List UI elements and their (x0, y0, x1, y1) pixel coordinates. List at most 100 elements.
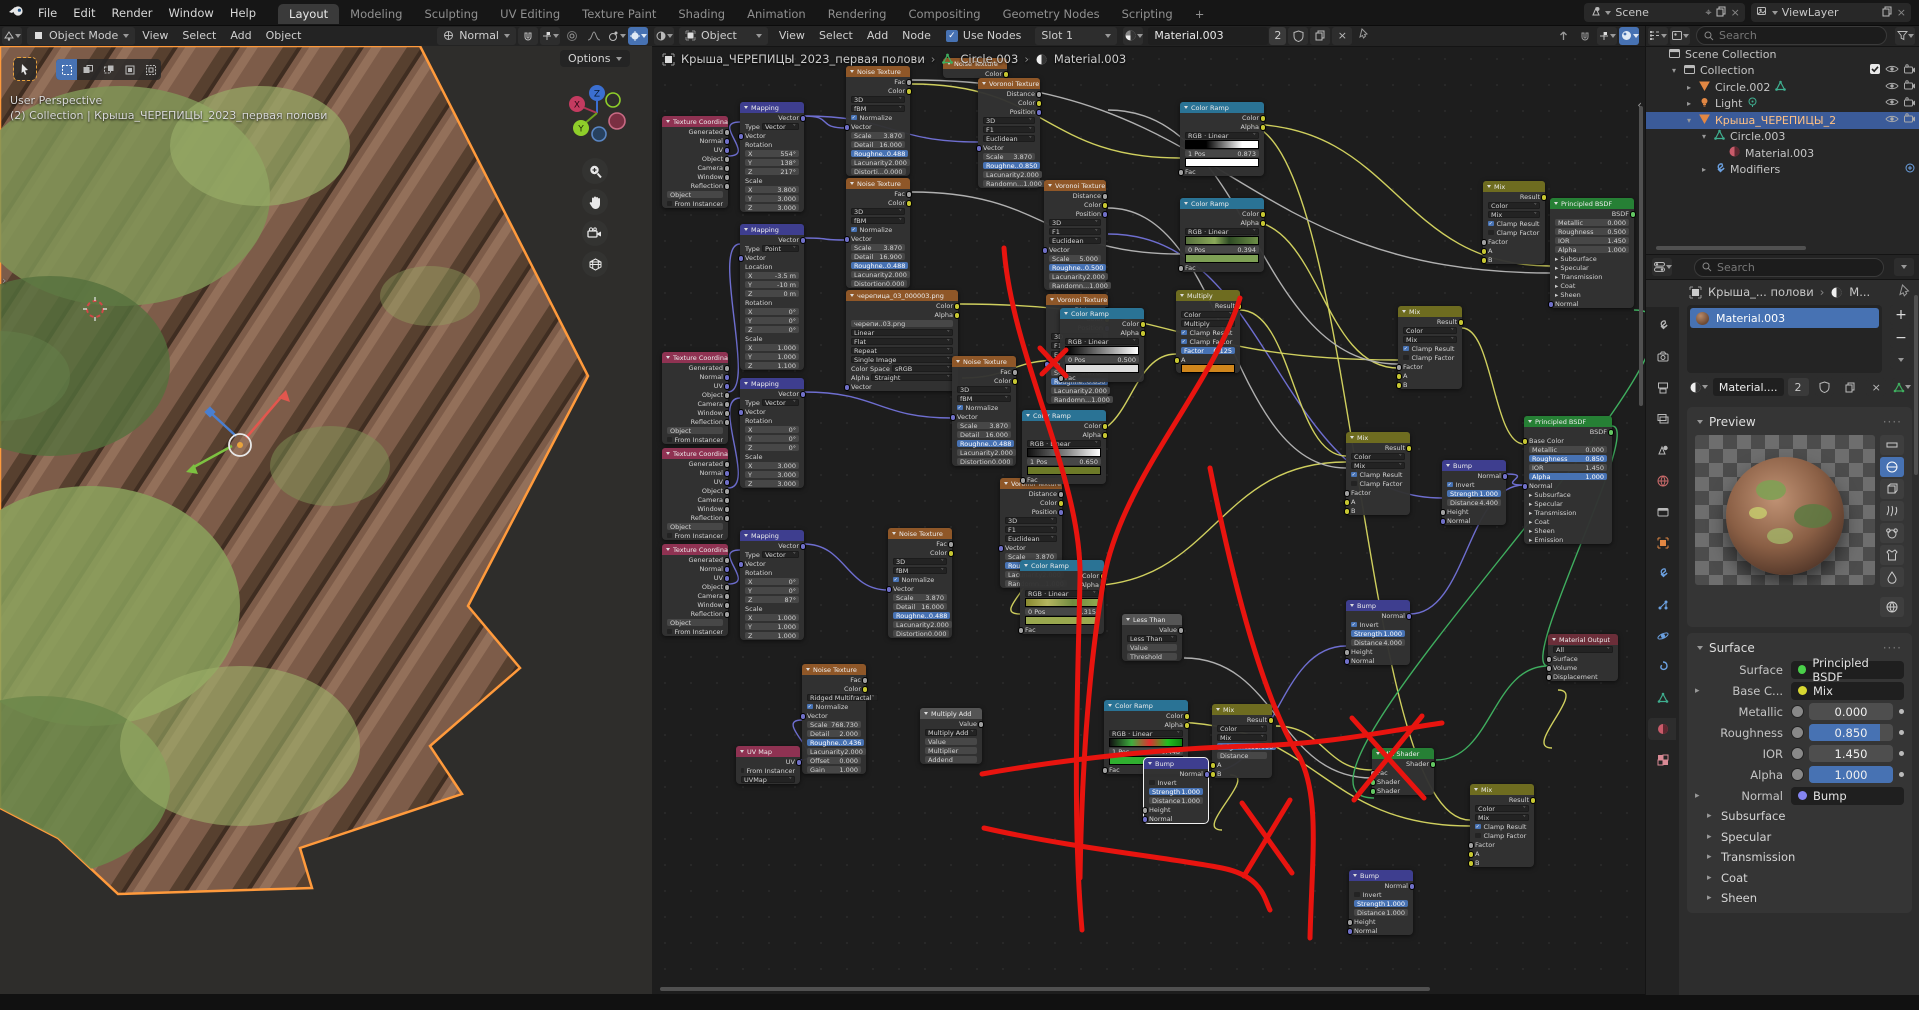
node-field-object[interactable]: Object (667, 619, 723, 626)
node-field-x[interactable]: X554° (745, 150, 799, 157)
socket-out-reflection[interactable] (724, 419, 731, 426)
node-select-color[interactable]: Color˅ (1181, 311, 1235, 318)
properties-tab-particles[interactable] (1650, 594, 1676, 616)
node-select-f1[interactable]: F1˅ (1005, 526, 1057, 533)
socket-in-height[interactable] (1142, 807, 1149, 814)
node-select-vector[interactable]: Vector˅ (762, 399, 799, 406)
node-field-detail[interactable]: Detail16.000 (893, 603, 947, 610)
camera-view-icon[interactable] (582, 220, 608, 246)
node-field-gain[interactable]: Gain1.000 (807, 766, 861, 773)
node-field-x[interactable]: X-3.5 m (745, 272, 799, 279)
node-select-mix[interactable]: Mix˅ (1217, 734, 1267, 741)
socket-out-camera[interactable] (724, 401, 731, 408)
workspace-tab-scripting[interactable]: Scripting (1111, 4, 1184, 24)
animate-dot[interactable] (1899, 772, 1904, 777)
editor-type-icon[interactable] (2, 27, 22, 45)
node-mix[interactable]: MixResultColor˅Mix˅✓Clamp ResultClamp Fa… (1470, 784, 1534, 867)
socket-in-base-color[interactable] (1522, 438, 1529, 445)
socket-in-fac[interactable] (1058, 375, 1065, 382)
socket-in-factor[interactable] (1344, 490, 1351, 497)
outliner[interactable]: Scene Collection▾Collection▸Circle.002▸L… (1645, 46, 1919, 254)
socket-in-a[interactable] (1396, 373, 1403, 380)
workspace-tab-modeling[interactable]: Modeling (339, 4, 413, 24)
node-select-euclidean[interactable]: Euclidean˅ (983, 135, 1035, 142)
workspace-tab-[interactable]: + (1184, 4, 1216, 24)
node-checkbox-clamp-factor[interactable] (1403, 355, 1409, 361)
node-field-y[interactable]: Y0° (745, 317, 799, 324)
node-field-object[interactable]: Object (667, 427, 723, 434)
socket-out-generated[interactable] (724, 461, 731, 468)
node-select-vector[interactable]: Vector˅ (762, 551, 799, 558)
node-field-randomn[interactable]: Randomn...1.000 (1051, 396, 1113, 403)
socket-out-alpha[interactable] (1260, 220, 1267, 227)
node-select-flat[interactable]: Flat˅ (851, 338, 953, 345)
socket-out-normal[interactable] (724, 470, 731, 477)
material-browse-icon[interactable] (1123, 27, 1143, 45)
node-field-distance[interactable]: Distance (1217, 752, 1267, 759)
node-select-rgb-linear[interactable]: RGB · Linear˅ (1109, 730, 1183, 737)
properties-editor-type-icon[interactable] (1652, 258, 1672, 276)
node-field-x[interactable]: X0° (745, 308, 799, 315)
node-field-roughne[interactable]: Roughne..0.488 (893, 612, 950, 619)
node-select-mix[interactable]: Mix˅ (1403, 336, 1457, 343)
workspace-tab-shading[interactable]: Shading (667, 4, 736, 24)
node-field-z[interactable]: Z0° (745, 444, 799, 451)
node-field-distance[interactable]: Distance1.000 (1354, 909, 1408, 916)
disable-render-icon[interactable] (1903, 97, 1916, 111)
workspace-tab-texture-paint[interactable]: Texture Paint (571, 4, 667, 24)
node-material-output[interactable]: Material OutputAll˅SurfaceVolumeDisplace… (1548, 634, 1618, 681)
node-field-0-pos[interactable]: 0 Pos0.315 (1025, 608, 1099, 615)
node-color-ramp[interactable]: Color RampColorAlphaRGB · Linear˅0 Pos0.… (1020, 560, 1104, 634)
node-checkbox-clamp-factor[interactable] (1475, 833, 1481, 839)
outliner-display-mode[interactable] (1648, 27, 1668, 45)
node-mapping[interactable]: MappingVectorTypeVector˅VectorRotationX0… (740, 378, 804, 488)
properties-tab-texture[interactable] (1650, 749, 1676, 771)
panel-grip[interactable]: ···· (1883, 641, 1902, 655)
node-field-distance[interactable]: Distance1.000 (1149, 797, 1203, 804)
socket-in-vector[interactable] (976, 145, 983, 152)
chip-mix[interactable]: Mix (1791, 682, 1904, 700)
node-select-rgb-linear[interactable]: RGB · Linear˅ (1027, 440, 1101, 447)
node-select-mix[interactable]: Mix˅ (1488, 211, 1540, 218)
node-checkbox-invert[interactable]: ✓ (1351, 622, 1357, 628)
properties-tab-modifiers[interactable] (1650, 563, 1676, 585)
outliner-row-material-003[interactable]: Material.003 (1646, 145, 1919, 162)
socket-out-color[interactable] (1140, 321, 1147, 328)
h-scrollbar[interactable] (660, 987, 1430, 991)
socket-out-value[interactable] (1178, 627, 1185, 634)
socket-out-color[interactable] (862, 686, 869, 693)
select-box-icon[interactable] (56, 59, 77, 80)
socket-out-camera[interactable] (724, 165, 731, 172)
node-field-brightness[interactable]: Brightness1.000 (1217, 743, 1276, 750)
navigation-gizmo[interactable]: Z X Y (568, 84, 626, 142)
color-ramp-gradient[interactable] (1065, 346, 1139, 355)
node-field-value[interactable]: Value (1127, 644, 1177, 651)
animate-dot[interactable] (1899, 751, 1904, 756)
socket-out-position[interactable] (1058, 509, 1065, 516)
node-select-euclidean[interactable]: Euclidean˅ (1049, 237, 1101, 244)
node-select-color[interactable]: Color˅ (1351, 453, 1405, 460)
node-checkbox-clamp-result[interactable]: ✓ (1403, 346, 1409, 352)
socket-out-alpha[interactable] (1100, 582, 1107, 589)
socket-out-color[interactable] (1003, 71, 1010, 78)
socket-in-a[interactable] (1344, 499, 1351, 506)
node-checkbox-invert[interactable] (1149, 780, 1155, 786)
value-field-roughness[interactable]: 0.850 (1809, 724, 1893, 741)
node-field-0-pos[interactable]: 0 Pos0.500 (1065, 356, 1139, 363)
menu-render[interactable]: Render (104, 4, 161, 22)
node-select-color[interactable]: Color˅ (1217, 725, 1267, 732)
socket-in-height[interactable] (1347, 919, 1354, 926)
node-menu-select[interactable]: Select (812, 27, 860, 44)
expand-arrow[interactable]: ▾ (1699, 132, 1709, 141)
node-texture-coordinate[interactable]: Texture CoordinateGeneratedNormalUVObjec… (662, 116, 728, 208)
socket-out-value[interactable] (978, 721, 985, 728)
node-bump[interactable]: BumpNormal✓InvertStrength1.000Distance4.… (1346, 600, 1410, 665)
checkbox[interactable] (1869, 63, 1881, 78)
modifier-display-icon[interactable] (1904, 162, 1916, 177)
outliner-row-крыша-черепицы-2[interactable]: ▾Крыша_ЧЕРЕПИЦЫ_2 (1646, 112, 1919, 129)
node-field-roughne[interactable]: Roughne..0.488 (851, 262, 908, 269)
pan-hand-icon[interactable] (582, 189, 608, 215)
socket-in-vector[interactable] (738, 561, 745, 568)
socket-in-vector[interactable] (1044, 361, 1051, 368)
socket-out-distance[interactable] (1036, 91, 1043, 98)
